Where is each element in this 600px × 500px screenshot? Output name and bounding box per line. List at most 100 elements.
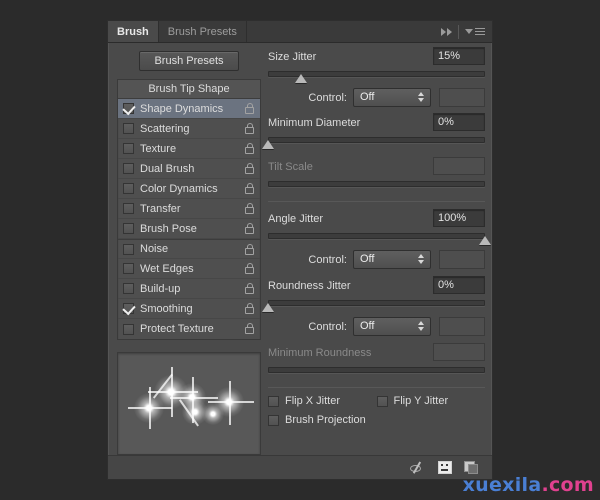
checkbox-flip-x-jitter[interactable]: [268, 395, 279, 407]
angle-jitter-slider[interactable]: [268, 232, 491, 246]
angle-jitter-label: Angle Jitter: [268, 213, 324, 225]
option-color-dynamics[interactable]: Color Dynamics: [118, 179, 260, 199]
checkbox-protect-texture[interactable]: [123, 323, 134, 335]
flip-x-jitter-item[interactable]: Flip X Jitter: [268, 395, 377, 407]
size-jitter-row: Size Jitter 15%: [268, 47, 485, 67]
size-control-select[interactable]: Off: [352, 88, 432, 107]
lock-icon[interactable]: [245, 143, 254, 154]
lock-icon[interactable]: [245, 103, 254, 114]
checkbox-shape-dynamics[interactable]: [123, 103, 134, 114]
lock-icon[interactable]: [245, 183, 254, 194]
tab-brush-presets[interactable]: Brush Presets: [158, 21, 247, 42]
panel-body: Brush Presets Brush Tip Shape Shape Dyna…: [108, 43, 492, 456]
brush-tip-shape-header[interactable]: Brush Tip Shape: [118, 80, 260, 99]
checkbox-noise[interactable]: [123, 243, 134, 255]
checkbox-brush-pose[interactable]: [123, 223, 134, 234]
panel-menu-icon[interactable]: [458, 24, 485, 39]
checkbox-texture[interactable]: [123, 143, 134, 154]
slider-track: [268, 181, 485, 187]
lock-icon[interactable]: [245, 123, 254, 134]
option-shape-dynamics[interactable]: Shape Dynamics: [118, 99, 260, 119]
lock-icon[interactable]: [245, 283, 254, 294]
checkbox-transfer[interactable]: [123, 203, 134, 214]
option-noise[interactable]: Noise: [118, 239, 260, 259]
option-dual-brush[interactable]: Dual Brush: [118, 159, 260, 179]
slider-thumb[interactable]: [262, 140, 274, 149]
option-label: Brush Pose: [140, 222, 197, 235]
open-brush-presets-icon[interactable]: [438, 461, 452, 474]
checkbox-smoothing[interactable]: [123, 303, 134, 314]
checkbox-brush-projection[interactable]: [268, 414, 279, 426]
checkbox-flip-y-jitter[interactable]: [376, 395, 388, 407]
roundness-control-label: Control:: [308, 320, 347, 333]
double-chevron-right-icon[interactable]: [441, 27, 452, 36]
checkbox-wet-edges[interactable]: [123, 263, 134, 274]
toggle-brush-stroke-icon[interactable]: [410, 460, 426, 475]
watermark-suffix: .com: [541, 474, 594, 496]
brush-projection-row[interactable]: Brush Projection: [268, 414, 485, 426]
slider-track: [268, 300, 485, 306]
option-label: Texture: [140, 142, 177, 155]
tab-brush[interactable]: Brush: [108, 21, 159, 42]
minimum-diameter-value[interactable]: 0%: [433, 113, 485, 131]
slider-track: [268, 233, 485, 239]
option-label: Transfer: [140, 202, 181, 215]
option-brush-pose[interactable]: Brush Pose: [118, 219, 260, 239]
create-new-brush-icon[interactable]: [464, 460, 480, 475]
section-divider: [268, 201, 485, 202]
option-label: Protect Texture: [140, 323, 214, 335]
roundness-control-select[interactable]: Off: [352, 317, 432, 336]
size-control-extra-field[interactable]: [439, 88, 485, 107]
angle-control-select[interactable]: Off: [352, 250, 432, 269]
slider-thumb[interactable]: [479, 236, 491, 245]
checkbox-build-up[interactable]: [123, 283, 134, 294]
brush-stroke-preview: [117, 352, 261, 455]
size-jitter-label: Size Jitter: [268, 51, 317, 63]
lock-icon[interactable]: [245, 323, 254, 334]
size-jitter-value[interactable]: 15%: [433, 47, 485, 65]
brush-presets-button-wrap: Brush Presets: [117, 51, 261, 71]
slider-thumb[interactable]: [294, 74, 307, 83]
checkbox-dual-brush[interactable]: [123, 163, 134, 174]
option-scattering[interactable]: Scattering: [118, 119, 260, 139]
minimum-diameter-slider[interactable]: [262, 136, 485, 150]
minimum-roundness-label: Minimum Roundness: [268, 347, 372, 359]
panel-footer: [108, 455, 492, 479]
size-jitter-slider[interactable]: [268, 70, 485, 84]
option-wet-edges[interactable]: Wet Edges: [118, 259, 260, 279]
angle-jitter-value[interactable]: 100%: [433, 209, 485, 227]
minimum-diameter-label: Minimum Diameter: [268, 117, 361, 129]
tab-brush-presets-label: Brush Presets: [167, 25, 237, 38]
tab-brush-label: Brush: [117, 25, 149, 38]
option-transfer[interactable]: Transfer: [118, 199, 260, 219]
brush-options-sidebar: Brush Presets Brush Tip Shape Shape Dyna…: [117, 51, 261, 455]
lock-icon[interactable]: [245, 263, 254, 274]
option-build-up[interactable]: Build-up: [118, 279, 260, 299]
angle-control-value: Off: [359, 253, 375, 265]
roundness-control-extra-field[interactable]: [439, 317, 485, 336]
roundness-jitter-slider[interactable]: [262, 299, 485, 313]
slider-thumb[interactable]: [262, 303, 274, 312]
flip-y-jitter-item[interactable]: Flip Y Jitter: [376, 395, 486, 407]
brush-presets-button[interactable]: Brush Presets: [139, 51, 239, 71]
roundness-jitter-value[interactable]: 0%: [433, 276, 485, 294]
panel-tab-bar: Brush Brush Presets: [108, 21, 492, 43]
angle-control-label: Control:: [308, 253, 347, 266]
angle-control-extra-field[interactable]: [439, 250, 485, 269]
option-texture[interactable]: Texture: [118, 139, 260, 159]
lock-icon[interactable]: [245, 244, 254, 255]
option-protect-texture[interactable]: Protect Texture: [118, 319, 260, 339]
lock-icon[interactable]: [245, 163, 254, 174]
stepper-arrows-icon[interactable]: [418, 92, 425, 102]
stepper-arrows-icon[interactable]: [418, 321, 425, 331]
lock-icon[interactable]: [245, 203, 254, 214]
checkbox-color-dynamics[interactable]: [123, 183, 134, 194]
lock-icon[interactable]: [245, 223, 254, 234]
lock-icon[interactable]: [245, 303, 254, 314]
option-smoothing[interactable]: Smoothing: [118, 299, 260, 319]
minimum-roundness-value: [433, 343, 485, 361]
flip-y-jitter-label: Flip Y Jitter: [393, 395, 449, 407]
checkbox-scattering[interactable]: [123, 123, 134, 134]
stepper-arrows-icon[interactable]: [418, 254, 425, 264]
minimum-roundness-slider: [268, 366, 485, 380]
